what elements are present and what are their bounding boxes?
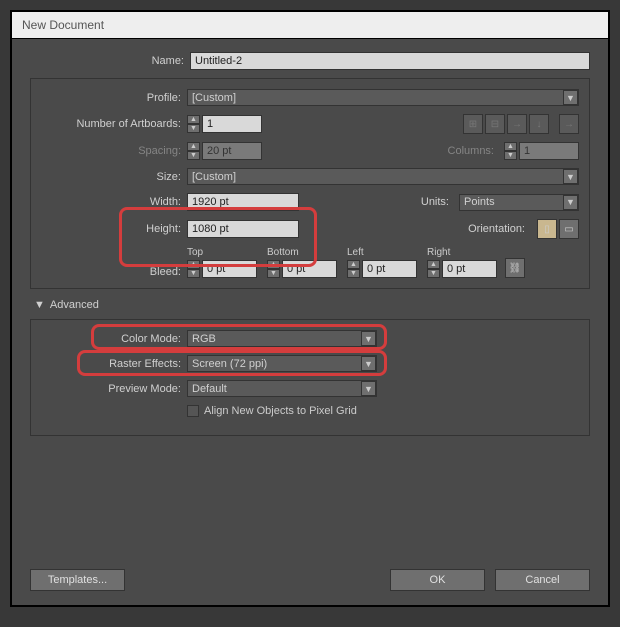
arrow-icon: → <box>559 114 579 134</box>
chevron-down-icon: ▼ <box>361 381 376 396</box>
chevron-down-icon: ▼ <box>563 90 578 105</box>
profile-label: Profile: <box>41 92 187 104</box>
cancel-button[interactable]: Cancel <box>495 569 590 591</box>
artboards-label: Number of Artboards: <box>41 118 187 130</box>
bleed-left[interactable]: ▲▼ <box>347 260 417 278</box>
ok-button[interactable]: OK <box>390 569 485 591</box>
preview-label: Preview Mode: <box>41 383 187 395</box>
height-label: Height: <box>41 223 187 235</box>
spacing-label: Spacing: <box>41 145 187 157</box>
orientation-landscape[interactable]: ▭ <box>559 219 579 239</box>
size-select[interactable]: [Custom]▼ <box>187 168 579 185</box>
grid-icon-2: ⊟ <box>485 114 505 134</box>
chevron-down-icon: ▼ <box>361 356 376 371</box>
colormode-label: Color Mode: <box>41 333 187 345</box>
col-icon: ↓ <box>529 114 549 134</box>
bleed-bottom[interactable]: ▲▼ <box>267 260 337 278</box>
templates-button[interactable]: Templates... <box>30 569 125 591</box>
artboards-stepper[interactable]: ▲▼ <box>187 115 262 133</box>
preview-select[interactable]: Default▼ <box>187 380 377 397</box>
spacing-stepper: ▲▼ <box>187 142 262 160</box>
raster-select[interactable]: Screen (72 ppi)▼ <box>187 355 377 372</box>
chevron-down-icon: ▼ <box>563 195 578 210</box>
orientation-portrait[interactable]: ▯ <box>537 219 557 239</box>
dialog-window: New Document Name: Profile: [Custom]▼ Nu… <box>10 10 610 607</box>
columns-stepper: ▲▼ <box>504 142 579 160</box>
align-pixel-checkbox[interactable] <box>187 405 199 417</box>
profile-select[interactable]: [Custom]▼ <box>187 89 579 106</box>
size-label: Size: <box>41 171 187 183</box>
name-label: Name: <box>30 55 190 67</box>
chevron-down-icon: ▼ <box>361 331 376 346</box>
width-input[interactable] <box>187 193 299 211</box>
link-icon[interactable]: ⛓ <box>505 258 525 278</box>
columns-label: Columns: <box>448 145 500 157</box>
units-label: Units: <box>421 196 455 208</box>
raster-label: Raster Effects: <box>41 358 187 370</box>
align-pixel-label: Align New Objects to Pixel Grid <box>204 405 357 417</box>
colormode-select[interactable]: RGB▼ <box>187 330 377 347</box>
grid-icon-1: ⊞ <box>463 114 483 134</box>
units-select[interactable]: Points▼ <box>459 194 579 211</box>
orientation-label: Orientation: <box>468 223 531 235</box>
advanced-section-toggle[interactable]: ▼ Advanced <box>34 299 590 311</box>
height-input[interactable] <box>187 220 299 238</box>
bleed-top[interactable]: ▲▼ <box>187 260 257 278</box>
bleed-label: Bleed: <box>41 266 187 278</box>
bleed-right[interactable]: ▲▼ <box>427 260 497 278</box>
window-title: New Document <box>12 12 608 39</box>
triangle-down-icon: ▼ <box>34 299 45 311</box>
chevron-down-icon: ▼ <box>563 169 578 184</box>
row-icon: → <box>507 114 527 134</box>
width-label: Width: <box>41 196 187 208</box>
name-input[interactable] <box>190 52 590 70</box>
